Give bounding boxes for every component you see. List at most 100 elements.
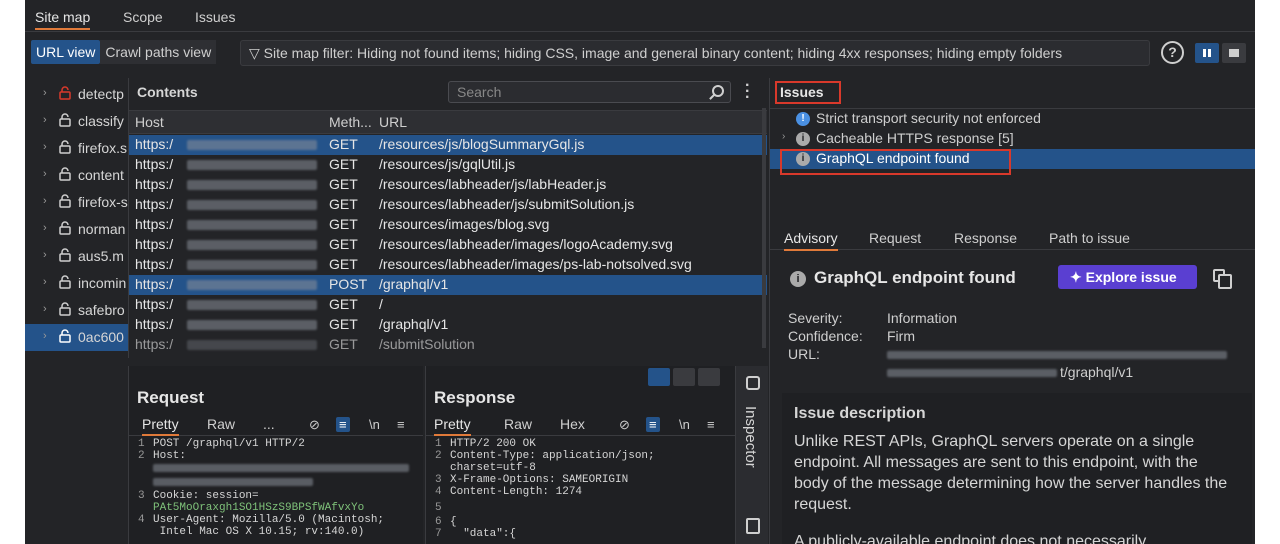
redacted-blur (187, 220, 317, 230)
tab-response[interactable]: Response (954, 230, 1017, 246)
url-view-button[interactable]: URL view (31, 40, 101, 64)
tab-raw[interactable]: Raw (207, 416, 235, 432)
tab-raw[interactable]: Raw (504, 416, 532, 432)
tab-hex[interactable]: Hex (560, 416, 585, 432)
chevron-right-icon[interactable]: › (782, 131, 785, 142)
table-row[interactable]: https:/ GET /resources/js/gqlUtil.js (129, 155, 767, 175)
tree-item[interactable]: › 0ac600 (25, 324, 128, 351)
column-url[interactable]: URL (379, 114, 407, 130)
notes-icon[interactable] (746, 518, 760, 534)
layout-horizontal-icon[interactable] (673, 368, 695, 386)
wrap-icon[interactable]: ≡ (646, 417, 660, 432)
lock-icon (59, 329, 71, 343)
more-options-icon[interactable]: · · · (745, 78, 751, 106)
hide-icon[interactable]: ⊘ (309, 417, 320, 433)
chevron-right-icon[interactable]: › (43, 141, 47, 153)
tree-item[interactable]: › detectp (25, 81, 128, 108)
layout-split-icon[interactable] (1195, 43, 1219, 63)
crawl-paths-view-button[interactable]: Crawl paths view (100, 40, 217, 64)
inspector-label[interactable]: Inspector (742, 406, 759, 468)
tab-site-map[interactable]: Site map (35, 9, 91, 30)
site-map-tree: › detectp › classify › firefox.s › conte… (25, 78, 128, 544)
cell-host: https:/ (135, 256, 174, 272)
tab-path-to-issue[interactable]: Path to issue (1049, 230, 1130, 246)
cell-host: https:/ (135, 156, 174, 172)
column-host[interactable]: Host (135, 114, 164, 130)
cell-host: https:/ (135, 336, 174, 352)
chevron-right-icon[interactable]: › (43, 87, 47, 99)
chevron-right-icon[interactable]: › (43, 195, 47, 207)
cell-url: /resources/js/gqlUtil.js (379, 156, 516, 172)
newline-icon[interactable]: \n (369, 417, 380, 432)
table-row[interactable]: https:/ GET /resources/labheader/js/subm… (129, 195, 767, 215)
table-row[interactable]: https:/ GET /resources/labheader/images/… (129, 235, 767, 255)
layout-split-icon[interactable] (648, 368, 670, 386)
line-number: 4 (138, 514, 145, 526)
cell-url: /resources/labheader/js/submitSolution.j… (379, 196, 635, 212)
code-line: Content-Length: 1274 (450, 486, 583, 498)
tree-item[interactable]: › incomin (25, 270, 128, 297)
copy-icon[interactable] (1213, 269, 1232, 289)
request-title: Request (137, 388, 205, 407)
contents-panel: Contents Search · · · Host Meth... URL htt… (128, 78, 767, 358)
wrap-icon[interactable]: ≡ (336, 417, 350, 432)
chevron-right-icon[interactable]: › (43, 303, 47, 315)
chevron-right-icon[interactable]: › (43, 276, 47, 288)
tree-item[interactable]: › firefox.s (25, 135, 128, 162)
tab-advisory[interactable]: Advisory (784, 230, 838, 251)
tree-item[interactable]: › safebro (25, 297, 128, 324)
layout-single-icon[interactable] (698, 368, 720, 386)
chevron-right-icon[interactable]: › (43, 222, 47, 234)
table-row[interactable]: https:/ GET / (129, 295, 767, 315)
contents-scrollbar[interactable] (762, 108, 766, 348)
table-row[interactable]: https:/ GET /resources/images/blog.svg (129, 215, 767, 235)
column-method[interactable]: Meth... (329, 114, 372, 130)
tree-item[interactable]: › norman (25, 216, 128, 243)
layout-single-icon[interactable] (1222, 43, 1246, 63)
help-icon[interactable]: ? (1161, 41, 1184, 64)
inspector-icon[interactable] (746, 376, 760, 390)
code-line: User-Agent: Mozilla/5.0 (Macintosh; (153, 514, 385, 526)
chevron-right-icon[interactable]: › (43, 168, 47, 180)
table-row[interactable]: https:/ POST /graphql/v1 (129, 275, 767, 295)
table-row[interactable]: https:/ GET /submitSolution (129, 335, 767, 355)
chevron-right-icon[interactable]: › (43, 330, 47, 342)
hide-icon[interactable]: ⊘ (619, 417, 630, 433)
explore-issue-button[interactable]: ✦ Explore issue (1058, 265, 1197, 289)
code-line: Cookie: session= (153, 490, 259, 502)
filter-icon: ▽ (249, 45, 264, 61)
inspector-sidebar[interactable]: Inspector (735, 366, 768, 544)
chevron-right-icon[interactable]: › (43, 114, 47, 126)
tree-item[interactable]: › content (25, 162, 128, 189)
sparkle-icon: ✦ (1070, 269, 1086, 285)
menu-icon[interactable]: ≡ (707, 417, 715, 432)
tab-pretty[interactable]: Pretty (434, 416, 471, 436)
newline-icon[interactable]: \n (679, 417, 690, 432)
cell-url: /graphql/v1 (379, 316, 449, 332)
issue-item[interactable]: › i Cacheable HTTPS response [5] (770, 129, 1255, 149)
line-number: 7 (435, 528, 442, 540)
tab-scope[interactable]: Scope (123, 9, 163, 25)
site-map-filter[interactable]: ▽ Site map filter: Hiding not found item… (240, 40, 1150, 66)
tab-pretty[interactable]: Pretty (142, 416, 179, 436)
code-line: { (450, 516, 457, 528)
tree-item[interactable]: › classify (25, 108, 128, 135)
issue-item[interactable]: ! Strict transport security not enforced (770, 109, 1255, 129)
code-line: POST /graphql/v1 HTTP/2 (153, 438, 305, 450)
lock-icon (59, 113, 71, 127)
table-row[interactable]: https:/ GET /resources/js/blogSummaryGql… (129, 135, 767, 155)
tree-item-label: firefox-s (78, 194, 128, 210)
tab-request[interactable]: Request (869, 230, 921, 246)
table-row[interactable]: https:/ GET /resources/labheader/js/labH… (129, 175, 767, 195)
tree-item[interactable]: › aus5.m (25, 243, 128, 270)
chevron-right-icon[interactable]: › (43, 249, 47, 261)
menu-icon[interactable]: ≡ (397, 417, 405, 432)
tab-issues[interactable]: Issues (195, 9, 235, 25)
tree-item[interactable]: › firefox-s (25, 189, 128, 216)
table-row[interactable]: https:/ GET /graphql/v1 (129, 315, 767, 335)
search-input[interactable]: Search (448, 81, 731, 103)
table-row[interactable]: https:/ GET /resources/labheader/images/… (129, 255, 767, 275)
url-value[interactable]: t/graphql/v1 (1060, 364, 1133, 380)
search-placeholder: Search (457, 84, 502, 100)
tab-more[interactable]: ... (263, 416, 275, 432)
